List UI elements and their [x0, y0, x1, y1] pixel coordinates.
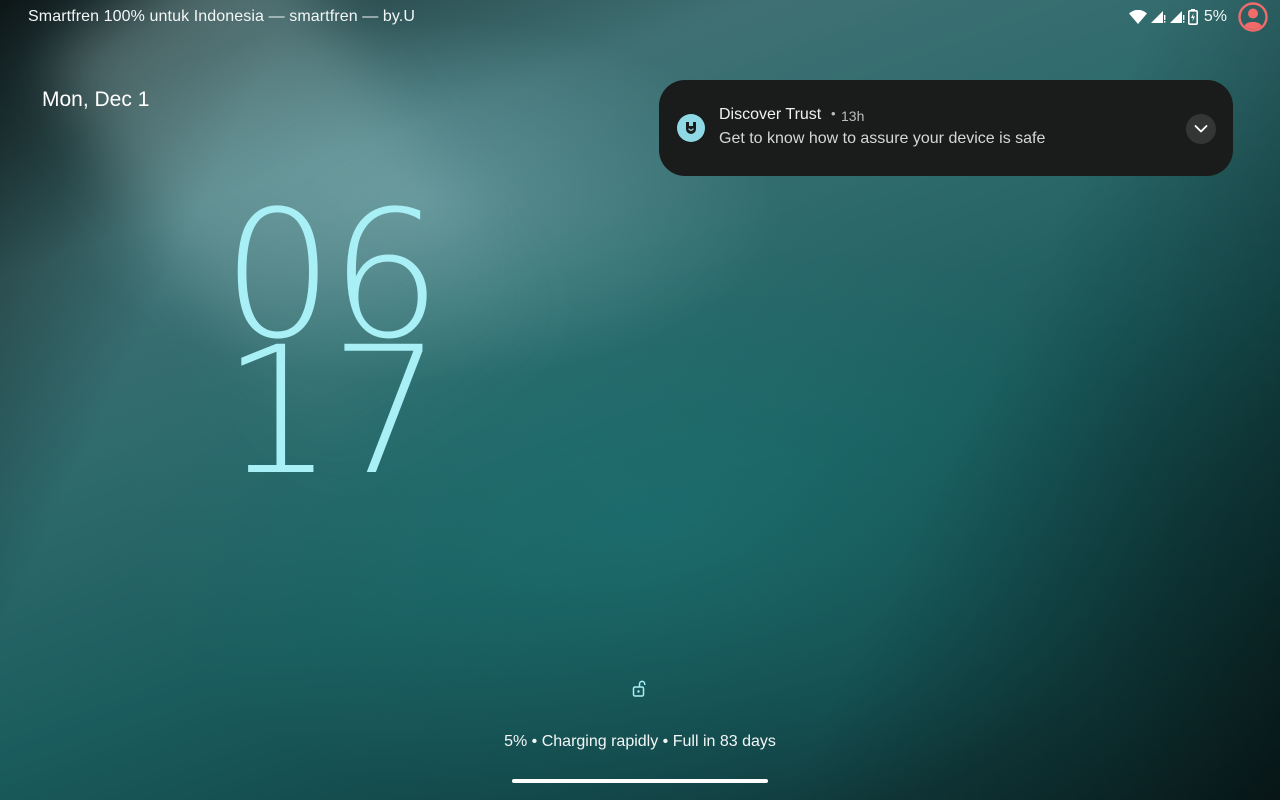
- notification-time: 13h: [841, 108, 865, 124]
- chevron-down-icon[interactable]: [1186, 114, 1216, 144]
- signal-icon: [1150, 10, 1166, 24]
- battery-percent: 5%: [1203, 8, 1227, 25]
- discover-trust-icon: [677, 114, 705, 142]
- home-gesture-bar[interactable]: [512, 779, 768, 783]
- lockscreen-date: Mon, Dec 1: [42, 88, 150, 111]
- unlocked-padlock-icon: [632, 680, 648, 698]
- battery-charging-icon: [1187, 9, 1198, 25]
- user-avatar-icon[interactable]: [1238, 2, 1268, 32]
- charging-status: 5% • Charging rapidly • Full in 83 days: [504, 733, 776, 750]
- lock-screen: Smartfren 100% untuk Indonesia — smartfr…: [0, 0, 1280, 800]
- notification-separator: •: [831, 106, 836, 121]
- status-icons: 5%: [1128, 2, 1268, 32]
- carrier-label: Smartfren 100% untuk Indonesia — smartfr…: [28, 8, 415, 25]
- notification-card[interactable]: Discover Trust • 13h Get to know how to …: [659, 80, 1233, 176]
- signal-icon: [1169, 10, 1185, 24]
- notification-body: Get to know how to assure your device is…: [719, 130, 1046, 147]
- lockscreen-clock: 06 17: [222, 188, 442, 514]
- notification-app-name: Discover Trust: [719, 106, 822, 123]
- clock-minutes: 17: [222, 309, 442, 514]
- status-bar: Smartfren 100% untuk Indonesia — smartfr…: [0, 0, 1280, 34]
- wifi-icon: [1128, 10, 1147, 24]
